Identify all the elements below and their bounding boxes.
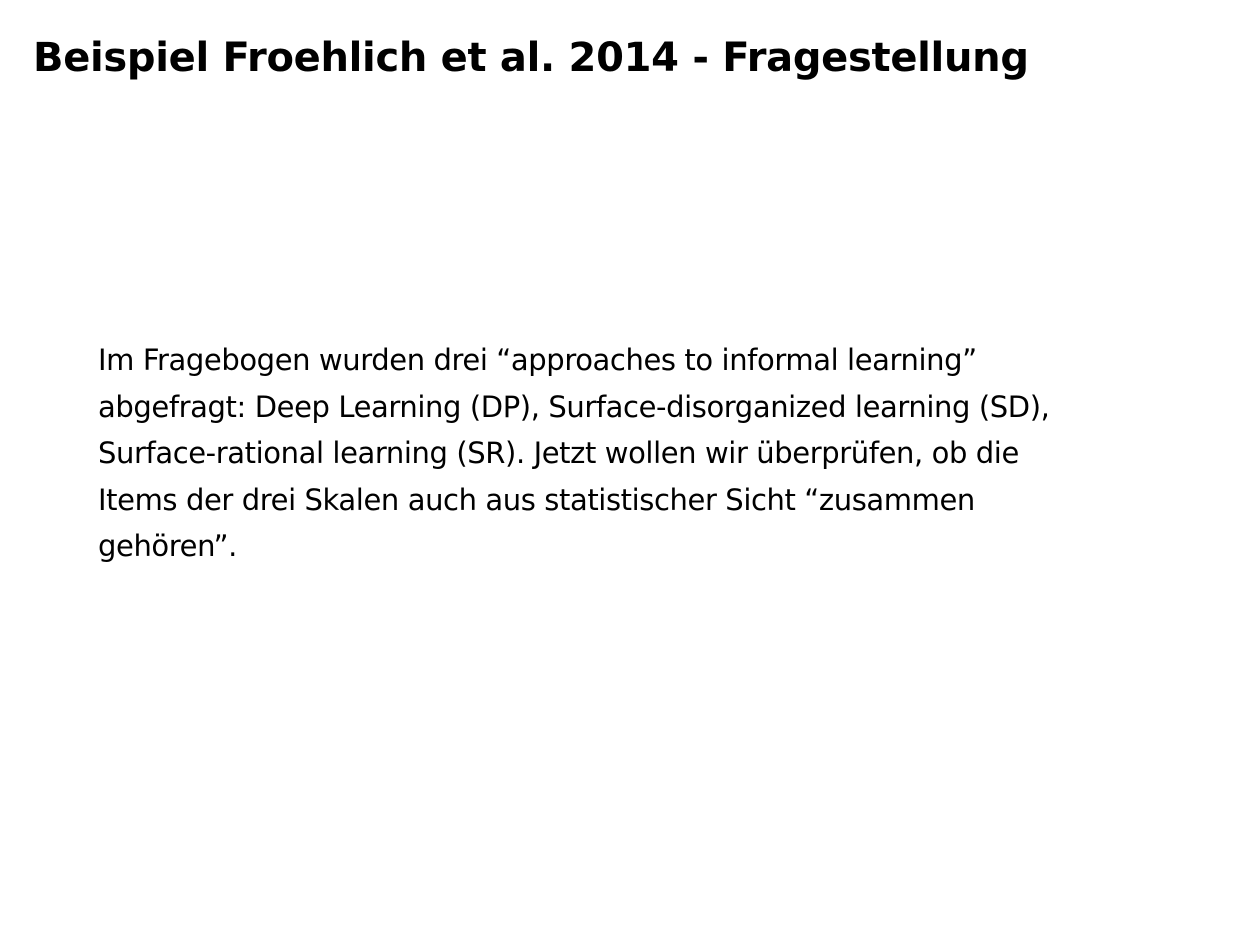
- body-line: Im Fragebogen wurden drei “approaches to…: [98, 343, 977, 377]
- slide-body-paragraph: Im Fragebogen wurden drei “approaches to…: [98, 337, 1198, 570]
- slide: Beispiel Froehlich et al. 2014 - Fragest…: [0, 0, 1260, 945]
- body-line: Items der drei Skalen auch aus statistis…: [98, 482, 975, 517]
- slide-title: Beispiel Froehlich et al. 2014 - Fragest…: [33, 35, 1029, 81]
- body-line: gehören”.: [98, 529, 237, 563]
- body-line: abgefragt: Deep Learning (DP), Surface-d…: [98, 389, 1050, 424]
- body-line: Surface-rational learning (SR). Jetzt wo…: [98, 436, 1019, 470]
